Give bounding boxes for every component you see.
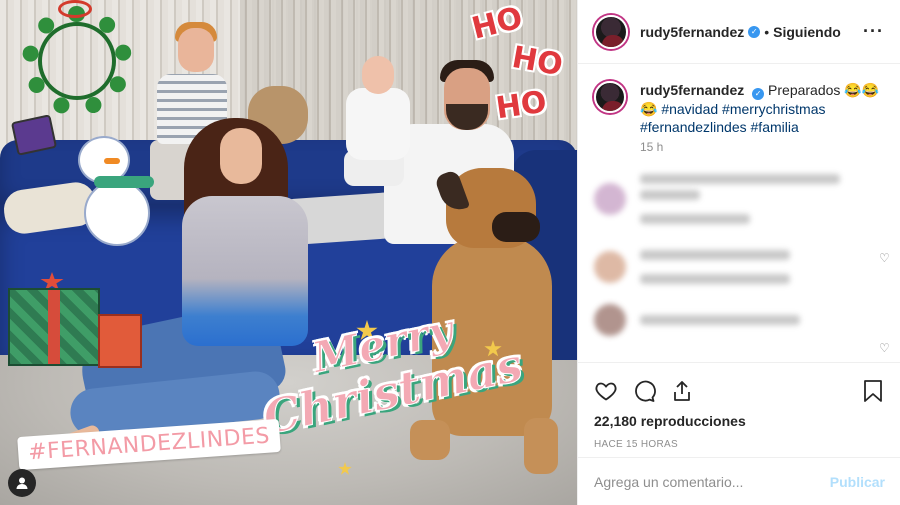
- comment-avatar: [594, 251, 626, 283]
- post-actions: 22,180 reproducciones HACE 15 HORAS: [578, 362, 900, 450]
- post-header: rudy5fernandez ✓ • Siguiendo ···: [578, 0, 900, 64]
- tagged-users-button[interactable]: [8, 469, 36, 497]
- snowman-sticker: [74, 136, 156, 248]
- post-sidebar: rudy5fernandez ✓ • Siguiendo ··· rudy5fe…: [577, 0, 900, 505]
- wreath-sticker: [22, 6, 132, 116]
- woman-face: [220, 128, 262, 184]
- share-icon[interactable]: [670, 379, 694, 403]
- baby: [346, 88, 410, 160]
- baby-face-blurred: [362, 56, 394, 94]
- caption-avatar[interactable]: [594, 81, 626, 113]
- comment-row-blurred: [594, 168, 885, 230]
- separator-dot: •: [764, 23, 770, 40]
- big-dog-snout: [492, 212, 540, 242]
- more-icon[interactable]: ···: [863, 21, 884, 42]
- view-count[interactable]: 22,180 reproducciones: [594, 413, 885, 429]
- comment-row-blurred: [594, 244, 885, 290]
- caption-text: rudy5fernandez ✓ Preparados 😂😂😂 #navidad…: [640, 81, 880, 136]
- author-avatar[interactable]: [594, 14, 628, 49]
- child-left-face-blurred: [178, 28, 214, 72]
- caption: rudy5fernandez ✓ Preparados 😂😂😂 #navidad…: [594, 81, 885, 136]
- add-comment-bar: Publicar: [578, 457, 900, 505]
- comments-list[interactable]: rudy5fernandez ✓ Preparados 😂😂😂 #navidad…: [578, 65, 900, 357]
- caption-time: 15 h: [640, 140, 664, 154]
- comment-input[interactable]: [594, 473, 830, 490]
- heart-icon[interactable]: [594, 379, 618, 403]
- following-button[interactable]: Siguiendo: [773, 24, 841, 40]
- wreath-bow-sticker: [58, 0, 92, 18]
- post-media[interactable]: HO HO HO Merry Christmas #FERNANDEZLINDE…: [0, 0, 577, 505]
- comment-avatar: [594, 304, 626, 336]
- comment-row-blurred: [594, 304, 885, 336]
- action-icons: [594, 371, 885, 411]
- comment-like-icon[interactable]: ♡: [879, 341, 891, 355]
- user-icon: [16, 477, 28, 489]
- verified-icon: ✓: [748, 25, 761, 38]
- author-username[interactable]: rudy5fernandez: [640, 24, 744, 40]
- post-timestamp[interactable]: HACE 15 HORAS: [594, 439, 885, 450]
- bookmark-icon[interactable]: [861, 379, 885, 403]
- comment-icon[interactable]: [632, 379, 656, 403]
- caption-hashtags[interactable]: #navidad #merrychristmas #fernandezlinde…: [640, 101, 826, 135]
- verified-icon: ✓: [752, 88, 765, 100]
- comment-avatar: [594, 183, 626, 215]
- caption-username[interactable]: rudy5fernandez: [640, 82, 744, 98]
- gift-box-small-sticker: [98, 314, 142, 368]
- hoho-sticker-3: HO: [493, 84, 549, 127]
- publish-button[interactable]: Publicar: [830, 474, 885, 490]
- woman: [182, 196, 308, 346]
- gift-box-sticker: [8, 288, 100, 366]
